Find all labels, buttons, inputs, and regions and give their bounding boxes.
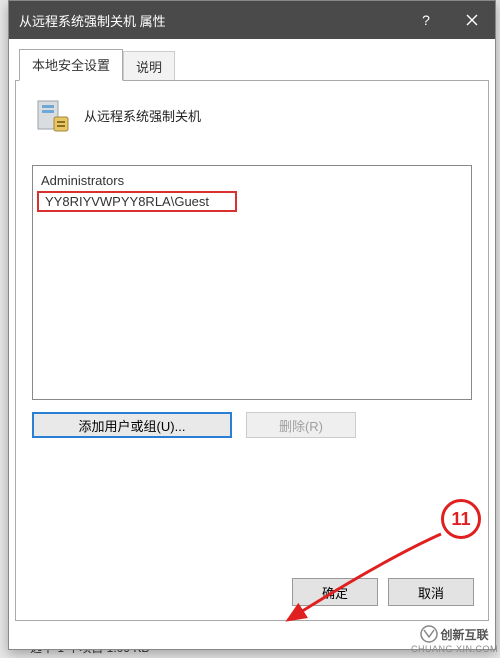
watermark-logo-icon (420, 625, 438, 643)
policy-header: 从远程系统强制关机 (32, 95, 472, 135)
close-icon (466, 14, 478, 26)
dialog-buttons: 确定 取消 (292, 578, 474, 606)
tab-description[interactable]: 说明 (123, 51, 175, 80)
list-item[interactable]: Administrators (41, 172, 463, 189)
policy-title: 从远程系统强制关机 (84, 106, 201, 125)
window-controls: ? (403, 1, 495, 39)
watermark: 创新互联 CHUANG XIN.COM (411, 625, 498, 654)
help-button[interactable]: ? (403, 1, 449, 39)
watermark-sub: CHUANG XIN.COM (411, 644, 498, 654)
list-item-label: YY8RIYVWPYY8RLA\Guest (45, 194, 209, 209)
list-item-highlighted[interactable]: YY8RIYVWPYY8RLA\Guest (37, 191, 237, 212)
properties-dialog: 从远程系统强制关机 属性 ? 本地安全设置 说明 (8, 0, 496, 650)
user-list[interactable]: Administrators YY8RIYVWPYY8RLA\Guest (32, 165, 472, 400)
remove-button: 删除(R) (246, 412, 356, 438)
close-button[interactable] (449, 1, 495, 39)
policy-icon (32, 95, 72, 135)
tab-panel: 从远程系统强制关机 Administrators YY8RIYVWPYY8RLA… (15, 81, 489, 621)
list-buttons: 添加用户或组(U)... 删除(R) (32, 412, 472, 438)
ok-button[interactable]: 确定 (292, 578, 378, 606)
add-user-button[interactable]: 添加用户或组(U)... (32, 412, 232, 438)
cancel-button[interactable]: 取消 (388, 578, 474, 606)
watermark-brand: 创新互联 (440, 626, 488, 643)
titlebar[interactable]: 从远程系统强制关机 属性 ? (9, 1, 495, 39)
dialog-content: 本地安全设置 说明 从远程系统强制关机 Ad (9, 39, 495, 627)
tab-strip: 本地安全设置 说明 (15, 49, 489, 81)
annotation-step-marker: 11 (441, 499, 481, 539)
window-title: 从远程系统强制关机 属性 (19, 11, 403, 30)
tab-local-security[interactable]: 本地安全设置 (19, 49, 123, 81)
